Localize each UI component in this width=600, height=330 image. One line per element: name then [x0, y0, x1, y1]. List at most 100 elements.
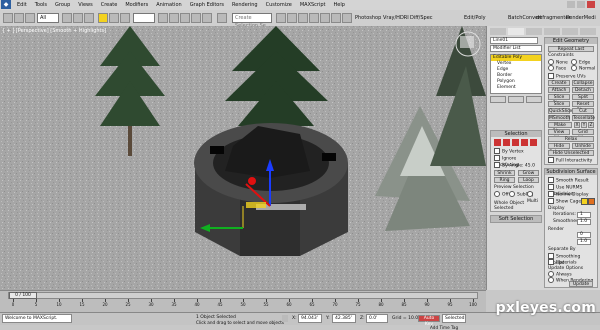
menu-animation[interactable]: Animation [152, 0, 186, 10]
ring-button[interactable]: Ring [494, 177, 515, 183]
vertex-mode-icon[interactable] [494, 139, 501, 146]
unhide-all-button[interactable]: Unhide All [572, 143, 594, 155]
minimize-icon[interactable] [567, 1, 575, 8]
render-iterations-input[interactable]: 0 [577, 232, 591, 238]
edit-named-selection-icon[interactable] [217, 13, 227, 23]
slice-plane-button[interactable]: Slice Plane [548, 94, 570, 106]
selection-filter-dropdown[interactable]: All [37, 13, 59, 23]
lock-selection-icon[interactable] [282, 315, 288, 322]
mirror-icon[interactable] [276, 13, 286, 23]
align-icon[interactable] [287, 13, 297, 23]
repeat-last-button[interactable]: Repeat Last [548, 46, 594, 52]
y-coordinate-field[interactable]: 42.385' [332, 314, 356, 323]
planar-z-button[interactable]: Z [588, 122, 594, 128]
by-angle-checkbox[interactable]: By Angle: 45.0 [494, 162, 535, 170]
close-icon[interactable] [587, 1, 595, 8]
menu-maxscript[interactable]: MAXScript [296, 0, 330, 10]
split-checkbox[interactable]: Split [572, 94, 594, 100]
subdivision-title[interactable]: Subdivision Surface [545, 169, 597, 175]
element-mode-icon[interactable] [530, 139, 537, 146]
constraint-normal-radio[interactable]: Normal [571, 65, 595, 73]
spinner-snap-icon[interactable] [202, 13, 212, 23]
rect-selection-icon[interactable] [84, 13, 94, 23]
time-slider-track[interactable] [8, 292, 478, 299]
menu-modifiers[interactable]: Modifiers [121, 0, 152, 10]
modifier-list-dropdown[interactable]: Modifier List [490, 45, 542, 52]
menu-create[interactable]: Create [97, 0, 122, 10]
named-selection-set-input[interactable]: Create Selection Se [232, 13, 272, 29]
display-iterations-input[interactable]: 1 [577, 212, 591, 218]
tab-rendermedi[interactable]: RenderMedi [566, 14, 596, 22]
snap-icon[interactable] [169, 13, 179, 23]
planar-x-button[interactable]: X [574, 122, 580, 128]
msmooth-button[interactable]: MSmooth [548, 115, 570, 121]
shrink-button[interactable]: Shrink [494, 170, 515, 176]
edit-geometry-title[interactable]: Edit Geometry [545, 38, 597, 44]
menu-help[interactable]: Help [330, 0, 349, 10]
pivot-icon[interactable] [158, 13, 168, 23]
schematic-view-icon[interactable] [320, 13, 330, 23]
material-editor-icon[interactable] [331, 13, 341, 23]
reset-plane-button[interactable]: Reset Plane [572, 101, 594, 113]
curve-editor-icon[interactable] [309, 13, 319, 23]
tab-diff-spec[interactable]: Diff/Spec [410, 14, 433, 22]
tab-photoshop[interactable]: Photoshop [355, 14, 381, 22]
cut-button[interactable]: Cut [572, 108, 594, 114]
menu-graph-editors[interactable]: Graph Editors [186, 0, 228, 10]
frame-ruler[interactable]: 0 5 10 15 20 25 30 35 40 45 50 55 60 65 70 75 80 85 90 95 10… [8, 299, 478, 309]
reference-coordinate-dropdown[interactable] [133, 13, 155, 23]
collapse-button[interactable]: Collapse [572, 80, 594, 86]
tessellate-button[interactable]: Tessellate [572, 115, 595, 121]
key-mode-dropdown[interactable]: Selected [442, 314, 466, 323]
display-smoothness-input[interactable]: 1.0 [577, 219, 591, 225]
grid-align-button[interactable]: Grid Align [572, 129, 594, 141]
add-time-tag-button[interactable]: Add Time Tag [430, 325, 458, 330]
view-align-button[interactable]: View Align [548, 129, 570, 141]
undo-icon[interactable] [3, 13, 13, 23]
tab-edit-poly[interactable]: Edit/Poly [464, 14, 486, 22]
full-interactivity-checkbox[interactable]: Full Interactivity [548, 157, 592, 165]
angle-snap-icon[interactable] [180, 13, 190, 23]
tab-vray-hdri[interactable]: Vray/HDRI [383, 14, 409, 22]
constraint-face-radio[interactable]: Face [548, 65, 566, 73]
perspective-viewport[interactable] [0, 26, 486, 290]
polygon-mode-icon[interactable] [521, 139, 528, 146]
border-mode-icon[interactable] [512, 139, 519, 146]
planar-y-button[interactable]: Y [581, 122, 587, 128]
grow-button[interactable]: Grow [518, 170, 539, 176]
stack-item-element[interactable]: Element [491, 85, 541, 91]
create-tab-icon[interactable] [490, 28, 506, 35]
menu-group[interactable]: Group [51, 0, 74, 10]
make-planar-button[interactable]: Make Planar [548, 122, 572, 134]
select-object-icon[interactable] [62, 13, 72, 23]
detach-button[interactable]: Detach [572, 87, 594, 93]
quickslice-button[interactable]: QuickSlice [548, 108, 572, 114]
create-button[interactable]: Create [548, 80, 570, 86]
relax-button[interactable]: Relax [548, 136, 594, 142]
link-icon[interactable] [25, 13, 35, 23]
x-coordinate-field[interactable]: 94.043' [298, 314, 322, 323]
render-smoothness-input[interactable]: 1.0 [577, 239, 591, 245]
show-end-result-icon[interactable] [508, 96, 524, 103]
show-cage-checkbox[interactable]: Show Cage [548, 198, 581, 206]
maximize-icon[interactable] [577, 1, 585, 8]
menu-customize[interactable]: Customize [262, 0, 296, 10]
percent-snap-icon[interactable] [191, 13, 201, 23]
object-name-field[interactable]: Line01 [490, 37, 538, 44]
z-coordinate-field[interactable]: 0.0' [366, 314, 388, 323]
maxscript-listener-input[interactable]: Welcome to MAXScript. [2, 314, 72, 323]
time-slider-thumb[interactable]: 0 / 100 [9, 292, 37, 299]
remove-modifier-icon[interactable] [526, 96, 542, 103]
utilities-tab-icon[interactable] [580, 28, 596, 35]
cage-selected-color-swatch[interactable] [588, 198, 595, 205]
soft-selection-rollout[interactable]: Soft Selection [490, 215, 542, 223]
soft-selection-title[interactable]: Soft Selection [491, 216, 541, 222]
pin-stack-icon[interactable] [490, 96, 506, 103]
hierarchy-tab-icon[interactable] [526, 28, 542, 35]
menu-views[interactable]: Views [74, 0, 96, 10]
app-logo-icon[interactable]: ◆ [1, 0, 11, 9]
update-button[interactable]: Update [569, 281, 593, 287]
hide-unselected-button[interactable]: Hide Unselected [548, 150, 594, 156]
attach-button[interactable]: Attach [548, 87, 570, 93]
cage-color-swatch[interactable] [581, 198, 588, 205]
